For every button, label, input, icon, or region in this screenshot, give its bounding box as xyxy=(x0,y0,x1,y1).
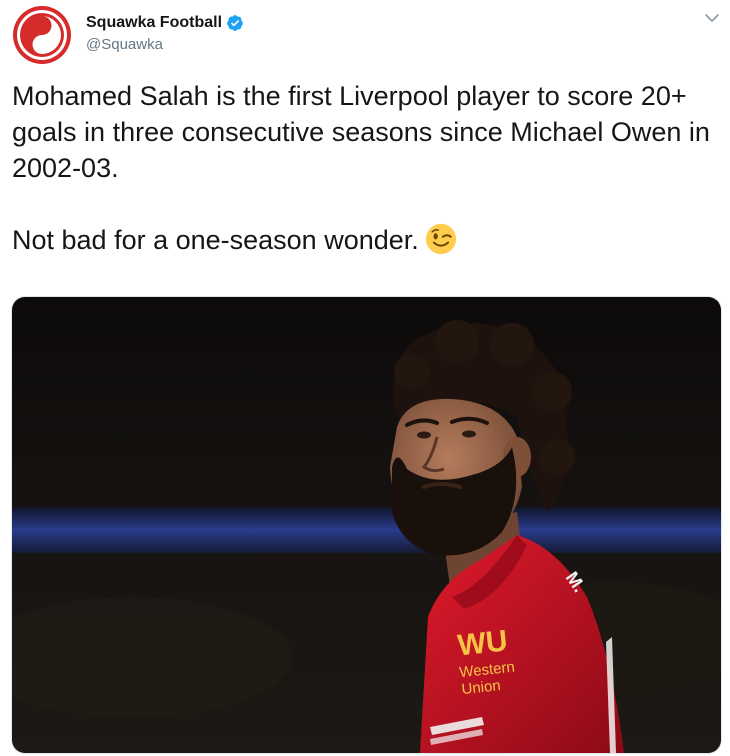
kit-sponsor-logo: WU xyxy=(456,624,509,662)
squawka-logo-icon xyxy=(13,6,71,64)
tweet-text: Mohamed Salah is the first Liverpool pla… xyxy=(12,78,712,258)
tweet-paragraph: Mohamed Salah is the first Liverpool pla… xyxy=(12,81,710,183)
tweet-paragraph: Not bad for a one-season wonder. xyxy=(12,222,712,258)
display-name[interactable]: Squawka Football xyxy=(86,14,222,32)
chevron-down-icon[interactable] xyxy=(704,10,720,26)
author-info[interactable]: Squawka Football @Squawka xyxy=(86,12,244,53)
tweet-paragraph-text: Not bad for a one-season wonder. xyxy=(12,225,419,255)
verified-badge-icon xyxy=(227,15,243,31)
player-photo: WU Western Union M. xyxy=(12,297,721,753)
winking-face-emoji-icon xyxy=(425,223,456,255)
avatar[interactable] xyxy=(12,5,72,65)
handle[interactable]: @Squawka xyxy=(86,36,244,53)
tweet-image[interactable]: WU Western Union M. xyxy=(11,296,722,754)
